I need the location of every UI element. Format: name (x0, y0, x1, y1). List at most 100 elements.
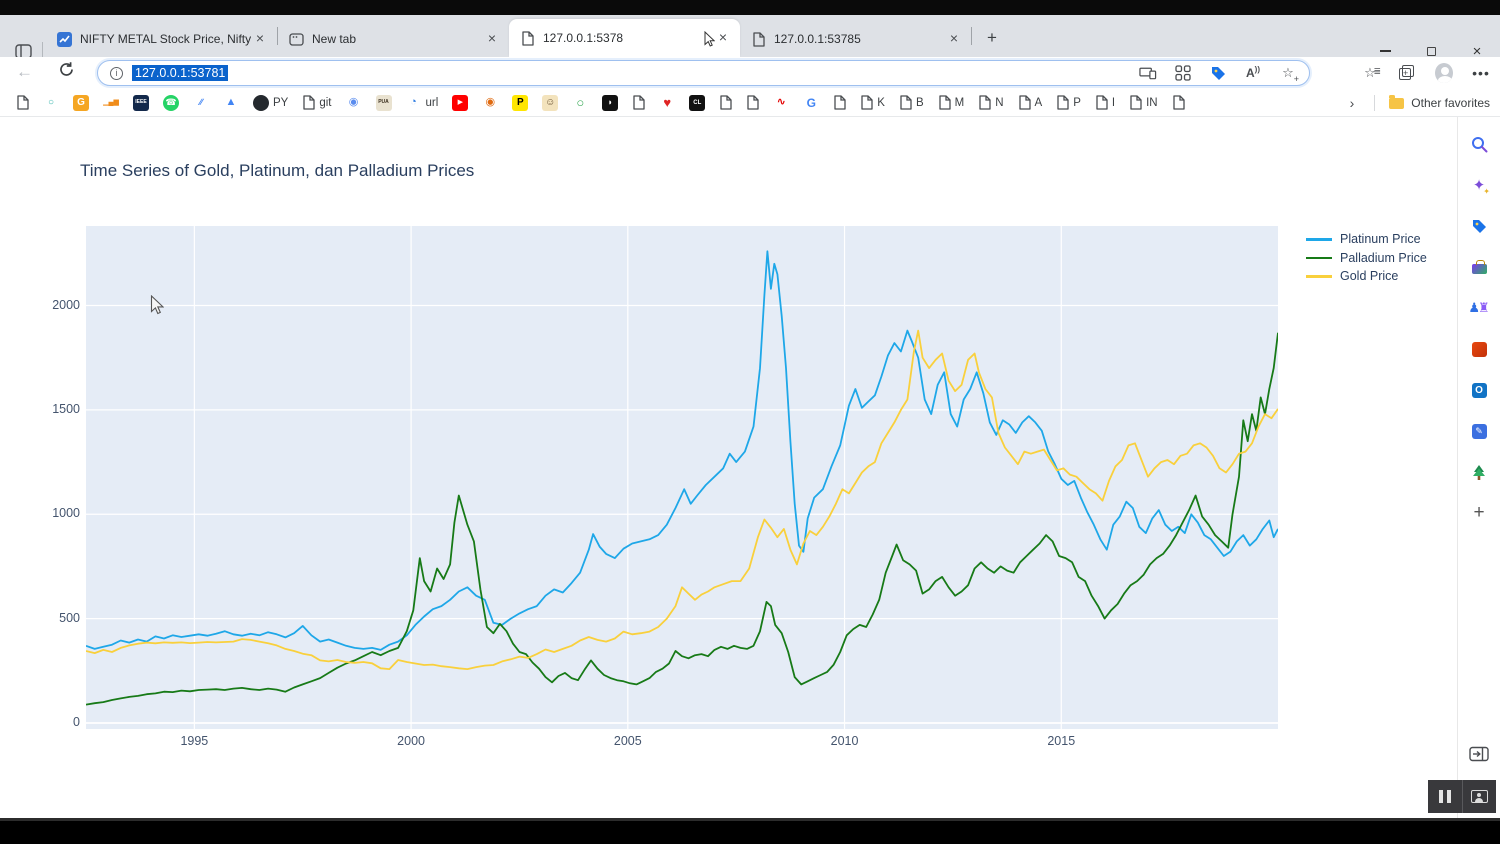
bookmark-youtube-logo[interactable]: ▶ (452, 94, 469, 111)
blue-dot-logo-icon: ◉ (345, 94, 362, 111)
shopping-icon[interactable] (1469, 216, 1489, 236)
tab-close-button[interactable]: × (945, 30, 963, 48)
bookmark-heart-logo[interactable]: ♥ (659, 94, 676, 111)
tab-3[interactable]: 127.0.0.1:5378 × (509, 19, 740, 57)
bookmark-bird-logo[interactable]: ◗ (602, 94, 619, 111)
tab-title: New tab (312, 32, 357, 46)
youtube-logo-icon: ▶ (452, 94, 469, 111)
legend-item-2[interactable]: Palladium Price (1306, 249, 1427, 268)
bookmark-yellow-p-badge[interactable]: P (512, 94, 529, 111)
bookmark-page-5[interactable] (833, 95, 846, 110)
bookmark-orange-g-badge[interactable]: G (73, 94, 89, 111)
eye-logo-icon: ◉ (482, 94, 499, 111)
tab-close-button[interactable]: × (483, 30, 501, 48)
chart-canvas[interactable] (85, 226, 1279, 729)
bookmark-google-logo[interactable]: G (803, 94, 820, 111)
bookmark-teal-ring-logo[interactable]: ○ (43, 94, 59, 111)
refresh-button[interactable] (58, 61, 75, 83)
games-icon[interactable]: ♟ ♜ (1468, 298, 1489, 318)
bookmark-github-logo[interactable]: PY (253, 94, 288, 111)
chart-title: Time Series of Gold, Platinum, dan Palla… (80, 161, 475, 180)
outlook-icon[interactable]: O (1469, 380, 1489, 400)
designer-icon[interactable]: ✎ (1469, 421, 1489, 441)
tree-icon[interactable] (1469, 462, 1489, 482)
screen-recorder-overlay (1428, 780, 1496, 813)
open-sidebar-pane-button[interactable] (1469, 746, 1489, 767)
url-text[interactable]: 127.0.0.1:53781 (132, 65, 229, 81)
bookmark-whatsapp-logo[interactable]: ☎ (163, 94, 179, 111)
favorites-hub-icon[interactable]: ☆ ≣ (1361, 64, 1381, 82)
edge-sidebar: ✦ ✦ ♟ ♜ O ✎ + (1457, 117, 1500, 818)
other-favorites-button[interactable]: Other favorites (1389, 95, 1490, 110)
bookmark-page-p[interactable]: P (1056, 95, 1081, 110)
bookmark-page-in[interactable]: IN (1129, 95, 1158, 110)
bookmark-page-b[interactable]: B (899, 95, 924, 110)
back-button[interactable]: ← (16, 62, 33, 82)
pua-logo-icon: PUA (375, 94, 392, 111)
bookmark-green-ring-logo[interactable]: ○ (572, 94, 589, 111)
bookmark-page-m[interactable]: M (938, 95, 964, 110)
airtel-logo-icon: ∿ (773, 94, 790, 111)
bookmark-page-6[interactable] (1172, 95, 1185, 110)
url-field[interactable]: i 127.0.0.1:53781 A)) ☆ + (97, 60, 1310, 86)
tab-1[interactable]: NIFTY METAL Stock Price, Nifty M × (46, 21, 277, 57)
tab-close-button[interactable]: × (714, 29, 732, 47)
settings-ellipsis-icon[interactable]: ••• (1472, 64, 1490, 82)
tools-icon[interactable] (1469, 257, 1489, 277)
pause-icon (1438, 790, 1451, 803)
other-favorites-label: Other favorites (1411, 96, 1490, 110)
site-info-icon[interactable]: i (110, 66, 123, 80)
bookmark-page-1[interactable] (16, 95, 29, 110)
bookmark-google-ads-logo[interactable]: ∕∕ (193, 94, 209, 111)
add-favorite-star-icon[interactable]: ☆ + (1279, 64, 1299, 84)
collections-icon[interactable]: + (1398, 64, 1416, 82)
bookmark-cl-badge[interactable]: CL (689, 94, 706, 111)
legend-item-1[interactable]: Platinum Price (1306, 230, 1427, 249)
chart-blue-favicon-icon (56, 31, 72, 47)
office-icon[interactable] (1469, 339, 1489, 359)
legend-item-3[interactable]: Gold Price (1306, 267, 1427, 286)
read-aloud-icon[interactable]: A)) (1244, 64, 1262, 82)
shopping-tag-icon[interactable] (1209, 64, 1227, 82)
bookmark-face-logo[interactable]: ☺ (542, 94, 559, 111)
orange-g-badge-icon: G (73, 94, 89, 111)
new-tab-button[interactable]: + (978, 25, 1006, 53)
bookmark-ieee-badge[interactable]: IEEE (133, 94, 149, 111)
copilot-icon[interactable]: ✦ ✦ (1469, 175, 1490, 196)
bookmark-speedometer-url[interactable]: ◔ url (405, 94, 438, 111)
bookmark-page-3[interactable] (719, 95, 732, 110)
orange-bars-logo-icon: ▁▄▆ (103, 94, 119, 111)
send-to-devices-icon[interactable] (1139, 64, 1157, 82)
bookmark-page-4[interactable] (746, 95, 759, 110)
toolbar-icons: ☆ ≣ + ••• (1361, 60, 1490, 86)
bookmark-triangle-logo[interactable]: ▲ (223, 94, 239, 111)
bookmark-page-a[interactable]: A (1018, 95, 1042, 110)
bookmark-page-k[interactable]: K (860, 95, 885, 110)
tab-4[interactable]: 127.0.0.1:53785 × (740, 21, 971, 57)
pause-recording-button[interactable] (1428, 780, 1462, 813)
bookmark-git-page[interactable]: git (302, 95, 332, 110)
bookmark-airtel-logo[interactable]: ∿ (773, 94, 790, 111)
bookmark-page-n[interactable]: N (978, 95, 1004, 110)
bookmark-page-2[interactable] (632, 95, 645, 110)
tab-2[interactable]: New tab × (278, 21, 509, 57)
search-icon[interactable] (1469, 134, 1489, 154)
bookmark-orange-bars-logo[interactable]: ▁▄▆ (103, 94, 119, 111)
bookmarks-divider (1374, 95, 1376, 111)
tab-close-button[interactable]: × (251, 30, 269, 48)
screens-grid-icon[interactable] (1174, 64, 1192, 82)
green-ring-logo-icon: ○ (572, 94, 589, 111)
camera-toggle-button[interactable] (1463, 780, 1497, 813)
bookmarks-overflow-chevron[interactable]: › (1344, 95, 1361, 111)
plot-area[interactable] (85, 226, 1279, 729)
face-logo-icon: ☺ (542, 94, 559, 111)
bookmark-eye-logo[interactable]: ◉ (482, 94, 499, 111)
profile-avatar[interactable] (1435, 63, 1453, 83)
bookmark-page-i[interactable]: I (1095, 95, 1115, 110)
bookmark-pua-logo[interactable]: PUA (375, 94, 392, 111)
bookmark-blue-dot-logo[interactable]: ◉ (345, 94, 362, 111)
letterbox-top (0, 0, 1500, 15)
add-sidebar-icon[interactable]: + (1469, 502, 1489, 523)
page-favicon-icon (519, 30, 535, 46)
bookmarks-right: › Other favorites (1344, 89, 1490, 117)
